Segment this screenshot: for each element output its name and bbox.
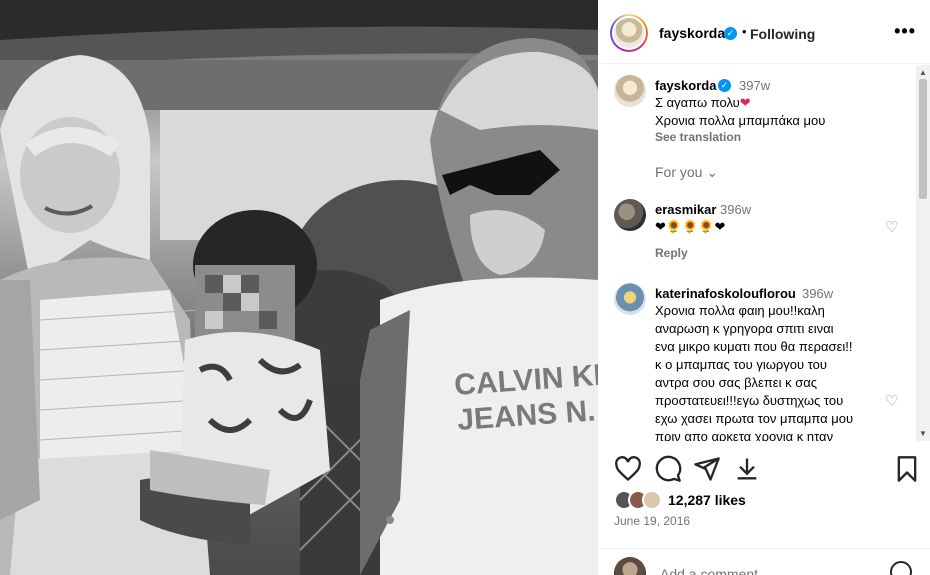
post-side-panel: fayskorda ✓ • Following ••• fayskorda ✓ …	[598, 0, 930, 575]
caption-username[interactable]: fayskorda	[655, 78, 716, 93]
comment-line: αντρα σου σας βλεπει κ σας	[655, 375, 818, 390]
for-you-dropdown[interactable]: For you ⌄	[655, 164, 718, 181]
following-button[interactable]: Following	[750, 26, 815, 42]
comments-scrollbar[interactable]: ▲ ▼	[916, 65, 930, 441]
scroll-up-arrow-icon[interactable]: ▲	[919, 68, 927, 77]
comment-line: πριν απο αρκετα χρονια κ ηταν	[655, 429, 834, 441]
caption-line-2: Χρονια πολλα μπαμπάκα μου	[655, 113, 826, 128]
likes-row: 12,287 likes	[614, 490, 914, 510]
comment-username[interactable]: katerinafoskolouflorou	[655, 286, 796, 301]
post-actions-bar	[598, 455, 930, 485]
comment-text: Χρονια πολλα φαιη μου!!καλη αναρωση κ γρ…	[655, 302, 853, 441]
comment-line: προστατευει!!!εγω δυστηχως του	[655, 393, 844, 408]
save-bookmark-icon[interactable]	[893, 455, 921, 483]
caption-avatar[interactable]	[614, 75, 646, 107]
comment-line: εχω χασει πρωτα τον μπαμπα μου	[655, 411, 854, 426]
caption-time[interactable]: 397w	[739, 78, 770, 93]
chevron-down-icon: ⌄	[706, 164, 719, 180]
comment-bubble-icon[interactable]	[654, 455, 682, 483]
comment-username[interactable]: erasmikar	[655, 202, 716, 217]
comment-line: κ ο μπαμπας του γιωργου του	[655, 357, 827, 372]
author-username[interactable]: fayskorda	[659, 25, 725, 41]
header-separator: •	[742, 24, 747, 39]
current-user-avatar	[614, 557, 646, 575]
scrollbar-thumb[interactable]	[919, 79, 927, 199]
scroll-down-arrow-icon[interactable]: ▼	[919, 429, 927, 438]
add-comment-input[interactable]: Add a comment...	[660, 566, 770, 575]
more-options-icon[interactable]: •••	[894, 21, 916, 42]
likes-count[interactable]: 12,287 likes	[668, 492, 746, 508]
share-send-icon[interactable]	[693, 455, 721, 483]
post-date[interactable]: June 19, 2016	[614, 514, 690, 528]
caption-text-1: Σ αγαπω πολυ	[655, 95, 740, 110]
comment-time[interactable]: 396w	[802, 286, 833, 301]
caption-verified-icon: ✓	[718, 79, 731, 92]
like-comment-heart-icon[interactable]: ♡	[885, 218, 898, 236]
caption-line-1: Σ αγαπω πολυ❤	[655, 94, 751, 112]
like-comment-heart-icon[interactable]: ♡	[885, 392, 898, 410]
comment-text: ❤🌻🌻🌻❤	[655, 219, 726, 234]
comments-list[interactable]: fayskorda ✓ 397w Σ αγαπω πολυ❤ Χρονια πο…	[598, 65, 930, 441]
add-comment-row: Add a comment...	[598, 548, 930, 575]
comment-line: Χρονια πολλα φαιη μου!!καλη	[655, 303, 825, 318]
like-heart-icon[interactable]	[614, 455, 642, 483]
post-header: fayskorda ✓ • Following •••	[598, 0, 930, 64]
heart-emoji: ❤	[739, 95, 751, 110]
for-you-label: For you	[655, 164, 703, 180]
liker-avatar[interactable]	[642, 490, 662, 510]
verified-badge-icon: ✓	[724, 27, 737, 40]
reply-button[interactable]: Reply	[655, 246, 688, 260]
see-translation-link[interactable]: See translation	[655, 130, 741, 144]
download-icon[interactable]	[733, 455, 761, 483]
comment-line: ενα μικρο κυματι που θα περασει!!	[655, 339, 853, 354]
comment-time[interactable]: 396w	[720, 202, 751, 217]
post-photo[interactable]: CALVIN KLI JEANS N.	[0, 0, 598, 575]
photo-scene: CALVIN KLI JEANS N.	[0, 0, 598, 575]
commenter-avatar[interactable]	[614, 283, 646, 315]
commenter-avatar[interactable]	[614, 199, 646, 231]
emoji-picker-icon[interactable]	[890, 561, 912, 575]
author-avatar[interactable]	[610, 14, 648, 52]
comment-line: αναρωση κ γρηγορα σπιτι ειναι	[655, 321, 834, 336]
